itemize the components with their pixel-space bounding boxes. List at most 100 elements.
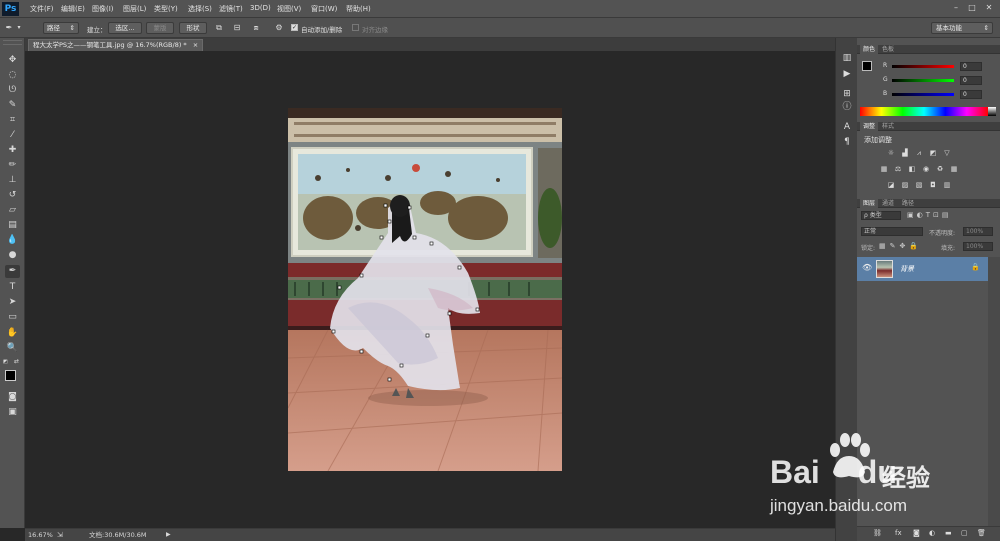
photo-filter-icon[interactable]: ◉ — [921, 165, 931, 174]
vibrance-icon[interactable]: ▽ — [942, 149, 952, 158]
quick-select-tool-icon[interactable]: ✎ — [5, 99, 20, 112]
channel-mixer-icon[interactable]: ♻ — [935, 165, 945, 174]
channel-gradient-bar[interactable] — [892, 93, 954, 96]
selection-button[interactable]: 选区... — [108, 22, 142, 34]
swap-colors-icon[interactable]: ⇄ — [14, 358, 22, 365]
layer-filter-icons[interactable]: ▣◐T⊡▤ — [907, 211, 951, 219]
tab-color[interactable]: 颜色 — [860, 45, 879, 54]
close-tab-icon[interactable]: × — [193, 41, 198, 49]
lasso-tool-icon[interactable]: ᘎ — [5, 84, 20, 97]
dodge-tool-icon[interactable]: ● — [5, 249, 20, 262]
properties-panel-icon[interactable]: ⊞ — [841, 88, 853, 100]
link-layers-icon[interactable]: ⛓ — [873, 529, 882, 537]
menu-window[interactable]: 窗口(W) — [311, 4, 337, 14]
eraser-tool-icon[interactable]: ▱ — [5, 204, 20, 217]
blur-tool-icon[interactable]: 💧 — [5, 234, 20, 247]
tab-paths[interactable]: 路径 — [899, 199, 917, 208]
move-tool-icon[interactable]: ✥ — [5, 54, 20, 67]
foreground-color-swatch[interactable] — [5, 370, 16, 381]
character-panel-icon[interactable]: A — [841, 121, 853, 133]
history-panel-icon[interactable]: ▥ — [841, 52, 853, 64]
threshold-icon[interactable]: ▧ — [914, 181, 924, 190]
path-operations-icon[interactable]: ⧉ — [214, 23, 224, 33]
grayscale-ramp[interactable] — [988, 107, 996, 116]
mask-button[interactable]: 蒙版 — [146, 22, 174, 34]
opacity-input[interactable]: 100% — [963, 227, 993, 236]
channel-value[interactable]: 0 — [960, 62, 982, 71]
gradient-map-icon[interactable]: ▥ — [942, 181, 952, 190]
brush-tool-icon[interactable]: ✏ — [5, 159, 20, 172]
fill-input[interactable]: 100% — [963, 242, 993, 251]
menu-layer[interactable]: 图层(L) — [123, 4, 146, 14]
maximize-icon[interactable]: □ — [966, 2, 978, 14]
layer-style-icon[interactable]: fx — [895, 529, 902, 537]
align-edges-checkbox[interactable] — [352, 24, 359, 31]
color-spectrum-ramp[interactable] — [860, 107, 988, 116]
type-tool-icon[interactable]: T — [5, 281, 20, 294]
document-tab[interactable]: 程大太学PS之——钢笔工具.jpg @ 16.7%(RGB/8) * × — [28, 39, 204, 51]
layers-scrollbar[interactable] — [988, 257, 1000, 526]
color-slider-g[interactable]: G 0 — [857, 76, 1000, 86]
posterize-icon[interactable]: ▨ — [900, 181, 910, 190]
path-alignment-icon[interactable]: ⊟ — [232, 23, 242, 33]
crop-tool-icon[interactable]: ⌗ — [5, 114, 20, 127]
auto-add-delete-checkbox[interactable]: ✓ — [291, 24, 298, 31]
tab-layers[interactable]: 图层 — [860, 199, 879, 208]
pen-tool-icon[interactable]: ✒ — [5, 265, 20, 278]
document-image[interactable] — [288, 108, 562, 471]
tab-swatches[interactable]: 色板 — [879, 45, 897, 54]
info-panel-icon[interactable]: ⓘ — [841, 101, 853, 113]
gradient-tool-icon[interactable]: ▤ — [5, 219, 20, 232]
eyedropper-tool-icon[interactable]: ⁄ — [5, 129, 20, 142]
curves-icon[interactable]: ⩘ — [914, 149, 924, 158]
color-lookup-icon[interactable]: ▦ — [949, 165, 959, 174]
status-menu-arrow-icon[interactable]: ▶ — [166, 529, 171, 541]
menu-edit[interactable]: 编辑(E) — [61, 4, 85, 14]
tab-adjustments[interactable]: 调整 — [860, 122, 879, 131]
marquee-tool-icon[interactable]: ◌ — [5, 69, 20, 82]
layer-row[interactable]: 👁 背景 🔒 — [857, 257, 988, 281]
hand-tool-icon[interactable]: ✋ — [5, 327, 20, 340]
color-slider-r[interactable]: R 0 — [857, 62, 1000, 72]
path-selection-tool-icon[interactable]: ➤ — [5, 296, 20, 309]
minimize-icon[interactable]: – — [950, 2, 962, 14]
mode-dropdown[interactable]: 路径 ⇕ — [43, 22, 79, 34]
clone-stamp-tool-icon[interactable]: ⊥ — [5, 174, 20, 187]
channel-value[interactable]: 0 — [960, 76, 982, 85]
workspace-dropdown[interactable]: 基本功能 ⇕ — [931, 22, 993, 34]
history-brush-tool-icon[interactable]: ↺ — [5, 189, 20, 202]
layer-name[interactable]: 背景 — [900, 264, 914, 274]
paragraph-panel-icon[interactable]: ¶ — [841, 136, 853, 148]
blend-mode-dropdown[interactable]: 正常 — [861, 227, 923, 236]
actions-panel-icon[interactable]: ▶ — [841, 68, 853, 80]
zoom-level[interactable]: 16.67% — [28, 529, 53, 541]
channel-gradient-bar[interactable] — [892, 65, 954, 68]
menu-file[interactable]: 文件(F) — [30, 4, 54, 14]
exposure-icon[interactable]: ◩ — [928, 149, 938, 158]
screen-mode-icon[interactable]: ▣ — [5, 406, 20, 419]
menu-help[interactable]: 帮助(H) — [346, 4, 371, 14]
quick-mask-icon[interactable]: ◙ — [5, 391, 20, 404]
rectangle-tool-icon[interactable]: ▭ — [5, 311, 20, 324]
delete-layer-icon[interactable]: 🗑 — [977, 529, 986, 537]
new-group-icon[interactable]: ▬ — [945, 529, 952, 537]
channel-value[interactable]: 0 — [960, 90, 982, 99]
export-icon[interactable]: ⇲ — [57, 529, 63, 541]
menu-image[interactable]: 图像(I) — [92, 4, 114, 14]
pen-tool-preset-icon[interactable]: ✒ — [4, 23, 14, 33]
new-adjustment-layer-icon[interactable]: ◐ — [929, 529, 935, 537]
new-layer-icon[interactable]: ▢ — [961, 529, 968, 537]
channel-gradient-bar[interactable] — [892, 79, 954, 82]
shape-button[interactable]: 形状 — [179, 22, 207, 34]
black-white-icon[interactable]: ◧ — [907, 165, 917, 174]
healing-brush-tool-icon[interactable]: ✚ — [5, 144, 20, 157]
path-arrangement-icon[interactable]: ⧈ — [251, 23, 261, 33]
layer-mask-icon[interactable]: ◙ — [913, 529, 920, 537]
levels-icon[interactable]: ▟ — [900, 149, 910, 158]
toolbox-grip[interactable] — [3, 40, 22, 45]
close-window-icon[interactable]: ✕ — [983, 2, 995, 14]
lock-icons[interactable]: ▦✎✥🔒 — [879, 242, 922, 250]
brightness-icon[interactable]: ☼ — [886, 149, 896, 158]
menu-type[interactable]: 类型(Y) — [154, 4, 178, 14]
eye-icon[interactable]: 👁 — [862, 263, 872, 272]
